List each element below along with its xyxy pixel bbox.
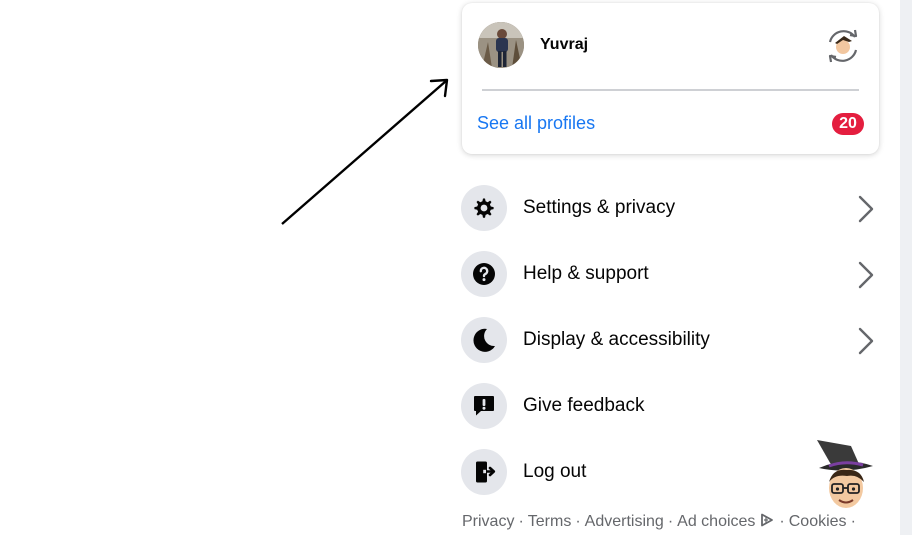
menu-icon-circle: [461, 317, 507, 363]
menu-icon-circle: [461, 251, 507, 297]
help-icon: [473, 263, 495, 285]
avatar[interactable]: [478, 22, 524, 68]
menu-icon-circle: [461, 383, 507, 429]
profile-card: Yuvraj See all profiles 20: [462, 3, 879, 154]
menu-item-help-support[interactable]: Help & support: [455, 246, 885, 304]
chevron-right-icon: [858, 195, 874, 223]
menu-label: Give feedback: [523, 395, 645, 416]
profile-name[interactable]: Yuvraj: [540, 36, 588, 54]
menu-label: Display & accessibility: [523, 329, 710, 350]
chevron-right-icon: [858, 327, 874, 355]
footer-separator: ·: [518, 513, 524, 530]
footer-link-ad-choices[interactable]: Ad choices: [677, 513, 755, 530]
footer-link-advertising[interactable]: Advertising: [585, 513, 664, 530]
menu-label: Log out: [523, 461, 587, 482]
see-all-profiles-link[interactable]: See all profiles: [477, 113, 595, 134]
menu-item-give-feedback[interactable]: Give feedback: [455, 378, 885, 436]
moon-icon: [473, 328, 495, 352]
menu-label: Settings & privacy: [523, 197, 676, 218]
footer-link-terms[interactable]: Terms: [528, 513, 572, 530]
card-divider: [482, 89, 859, 91]
menu-item-settings-privacy[interactable]: Settings & privacy: [455, 180, 885, 238]
ad-choices-icon: [761, 513, 774, 527]
menu-label: Help & support: [523, 263, 649, 284]
menu-icon-circle: [461, 185, 507, 231]
gear-icon: [474, 198, 494, 218]
chevron-right-icon: [858, 261, 874, 289]
switch-profile-icon[interactable]: [822, 25, 864, 67]
footer-separator: ·: [575, 513, 581, 530]
footer-links: Privacy · Terms · Advertising · Ad choices · Coo…: [462, 513, 860, 531]
footer-link-privacy[interactable]: Privacy: [462, 513, 514, 530]
footer-separator: ·: [779, 513, 785, 530]
profile-count-badge: 20: [832, 113, 864, 135]
wizard-mascot-icon: [817, 440, 873, 508]
feedback-icon: [474, 396, 494, 416]
menu-icon-circle: [461, 449, 507, 495]
menu-item-display-accessibility[interactable]: Display & accessibility: [455, 312, 885, 370]
logout-icon: [476, 461, 496, 483]
footer-separator: ·: [667, 513, 674, 530]
